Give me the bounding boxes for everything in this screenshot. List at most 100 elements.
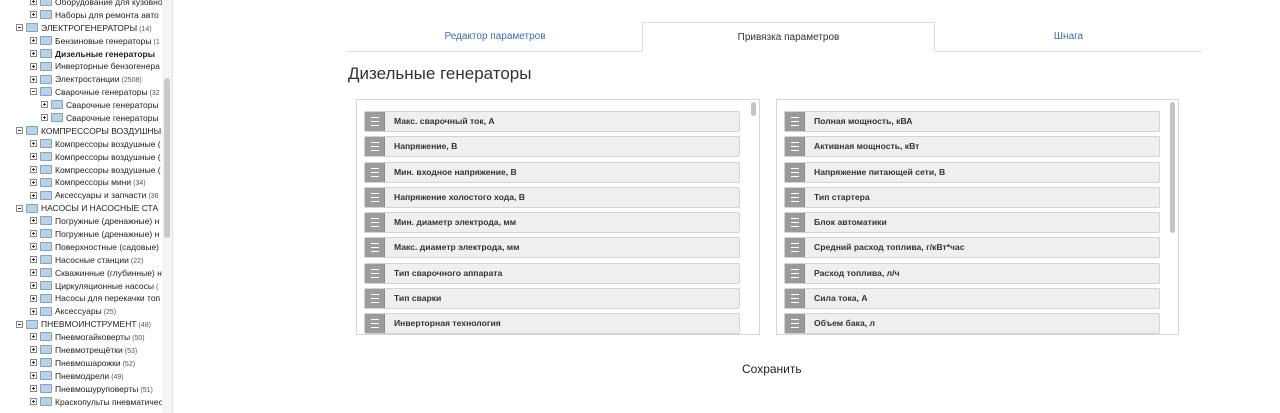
- tree-item-label[interactable]: Насосные станции: [55, 255, 129, 265]
- parameter-item[interactable]: Напряжение питающей сети, В: [784, 161, 1160, 183]
- tree-category[interactable]: ПНЕВМОИНСТРУМЕНТ (48): [0, 318, 162, 331]
- expand-icon[interactable]: [30, 49, 37, 57]
- tree-item-label[interactable]: Пневмодрели: [55, 371, 109, 381]
- parameter-item[interactable]: Тип стартера: [784, 186, 1160, 208]
- expand-icon[interactable]: [30, 230, 37, 238]
- drag-handle-icon[interactable]: [365, 314, 385, 334]
- drag-handle-icon[interactable]: [365, 289, 385, 309]
- tree-item-label[interactable]: Пневмошуруповерты: [55, 384, 138, 394]
- tree-item[interactable]: Скважинные (глубинные) н: [0, 267, 162, 280]
- tree-item-label[interactable]: КОМПРЕССОРЫ ВОЗДУШНЫ: [41, 126, 161, 136]
- tree-item-label[interactable]: Компрессоры мини: [55, 177, 131, 187]
- tree-item-label[interactable]: Скважинные (глубинные) н: [55, 268, 162, 278]
- tree-item[interactable]: Краскопульты пневматичес: [0, 396, 162, 409]
- expand-icon[interactable]: [30, 217, 37, 225]
- expand-icon[interactable]: [30, 346, 37, 354]
- drag-handle-icon[interactable]: [365, 162, 385, 182]
- tree-item-label[interactable]: Пневмошарожки: [55, 358, 121, 368]
- expand-icon[interactable]: [41, 114, 48, 122]
- tree-item[interactable]: Оборудование для кузовно: [0, 0, 162, 9]
- tree-item[interactable]: Циркуляционные насосы(: [0, 280, 162, 293]
- drag-handle-icon[interactable]: [785, 213, 805, 233]
- tree-item[interactable]: Дизельные генераторы: [0, 48, 162, 61]
- tree-item[interactable]: Наборы для ремонта авто: [0, 9, 162, 22]
- expand-icon[interactable]: [30, 140, 37, 148]
- tree-item-label[interactable]: Наборы для ремонта авто: [55, 10, 159, 20]
- tree-item-label[interactable]: ПНЕВМОИНСТРУМЕНТ: [41, 319, 137, 329]
- parameter-item[interactable]: Инверторная технология: [364, 313, 740, 334]
- right-panel-scrollbar[interactable]: [1170, 102, 1175, 328]
- expand-icon[interactable]: [41, 101, 48, 109]
- tree-item[interactable]: Сварочные генераторы: [0, 112, 162, 125]
- tree-item-label[interactable]: Дизельные генераторы: [55, 49, 155, 59]
- collapse-icon[interactable]: [16, 24, 23, 32]
- expand-icon[interactable]: [30, 152, 37, 160]
- tree-item-label[interactable]: Аксессуары: [55, 306, 102, 316]
- tree-item-label[interactable]: НАСОСЫ И НАСОСНЫЕ СТА: [41, 203, 158, 213]
- tree-item-label[interactable]: Компрессоры воздушные (: [55, 165, 161, 175]
- expand-icon[interactable]: [30, 307, 37, 315]
- tree-item[interactable]: Пневмодрели (49): [0, 370, 162, 383]
- expand-icon[interactable]: [30, 178, 37, 186]
- tree-item[interactable]: Пневмогайковерты (50): [0, 331, 162, 344]
- drag-handle-icon[interactable]: [785, 112, 805, 131]
- tree-item-label[interactable]: Поверхностные (садовые): [55, 242, 159, 252]
- tree-item[interactable]: Поверхностные (садовые): [0, 241, 162, 254]
- collapse-icon[interactable]: [30, 88, 37, 96]
- tree-item[interactable]: Насосы для перекачки топ: [0, 292, 162, 305]
- parameter-item[interactable]: Напряжение холостого хода, В: [364, 186, 740, 208]
- save-button[interactable]: Сохранить: [742, 362, 802, 376]
- parameter-item[interactable]: Полная мощность, кВА: [784, 111, 1160, 132]
- tree-item-label[interactable]: ЭЛЕКТРОГЕНЕРАТОРЫ: [41, 23, 137, 33]
- tree-item[interactable]: Компрессоры воздушные (: [0, 151, 162, 164]
- expand-icon[interactable]: [30, 281, 37, 289]
- tree-item[interactable]: Компрессоры мини (34): [0, 176, 162, 189]
- drag-handle-icon[interactable]: [365, 187, 385, 207]
- parameter-item[interactable]: Макс. сварочный ток, А: [364, 111, 740, 132]
- expand-icon[interactable]: [30, 165, 37, 173]
- tree-item-label[interactable]: Инверторные бензогенера: [55, 61, 160, 71]
- tree-scrollbar[interactable]: [162, 0, 172, 413]
- tree-item[interactable]: Бензиновые генераторы (1: [0, 35, 162, 48]
- expand-icon[interactable]: [30, 75, 37, 83]
- tree-item[interactable]: Аксессуары (25): [0, 305, 162, 318]
- tree-category[interactable]: ЭЛЕКТРОГЕНЕРАТОРЫ (14): [0, 22, 162, 35]
- collapse-icon[interactable]: [16, 127, 23, 135]
- tree-item-label[interactable]: Бензиновые генераторы: [55, 36, 151, 46]
- tree-category[interactable]: КОМПРЕССОРЫ ВОЗДУШНЫ: [0, 125, 162, 138]
- tab-template[interactable]: Шнага: [935, 22, 1202, 51]
- parameter-item[interactable]: Активная мощность, кВт: [784, 136, 1160, 158]
- tab-parameter-editor[interactable]: Редактор параметров: [348, 22, 642, 51]
- parameter-item[interactable]: Мин. входное напряжение, В: [364, 161, 740, 183]
- tree-item-label[interactable]: Сварочные генераторы: [66, 100, 159, 110]
- tree-item[interactable]: Сварочные генераторы: [0, 99, 162, 112]
- expand-icon[interactable]: [30, 333, 37, 341]
- expand-icon[interactable]: [30, 294, 37, 302]
- tree-item[interactable]: Погружные (дренажные) н: [0, 215, 162, 228]
- tab-parameter-binding[interactable]: Привязка параметров: [642, 22, 935, 52]
- drag-handle-icon[interactable]: [365, 137, 385, 157]
- tree-item-label[interactable]: Сварочные генераторы: [66, 113, 159, 123]
- tree-item[interactable]: Аксессуары и запчасти (36: [0, 189, 162, 202]
- parameter-item[interactable]: Расход топлива, л/ч: [784, 262, 1160, 284]
- tree-item[interactable]: Компрессоры воздушные (: [0, 138, 162, 151]
- parameter-item[interactable]: Тип сварочного аппарата: [364, 262, 740, 284]
- drag-handle-icon[interactable]: [785, 238, 805, 258]
- tree-item-label[interactable]: Краскопульты пневматичес: [55, 397, 162, 407]
- drag-handle-icon[interactable]: [785, 137, 805, 157]
- expand-icon[interactable]: [30, 0, 37, 6]
- left-panel-scrollbar-thumb[interactable]: [751, 102, 756, 116]
- tree-item[interactable]: Сварочные генераторы (32: [0, 86, 162, 99]
- tree-item-label[interactable]: Компрессоры воздушные (: [55, 139, 161, 149]
- drag-handle-icon[interactable]: [365, 238, 385, 258]
- tree-item-label[interactable]: Циркуляционные насосы: [55, 281, 154, 291]
- parameter-item[interactable]: Макс. диаметр электрода, мм: [364, 237, 740, 259]
- expand-icon[interactable]: [30, 62, 37, 70]
- parameter-item[interactable]: Средний расход топлива, г/кВт*час: [784, 237, 1160, 259]
- tree-item-label[interactable]: Пневмогайковерты: [55, 332, 130, 342]
- tree-item[interactable]: Компрессоры воздушные (: [0, 164, 162, 177]
- left-panel-scrollbar[interactable]: [751, 102, 756, 328]
- right-panel-scrollbar-thumb[interactable]: [1170, 102, 1175, 233]
- expand-icon[interactable]: [30, 384, 37, 392]
- parameter-item[interactable]: Тип сварки: [364, 288, 740, 310]
